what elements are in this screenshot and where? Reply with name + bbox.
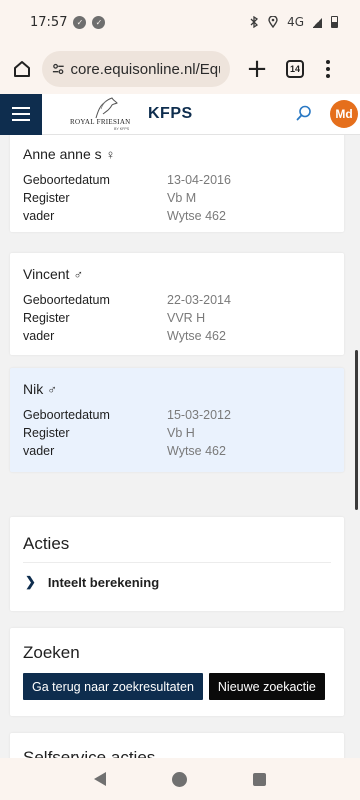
register-row: Register VVR H <box>23 311 331 325</box>
birth-label: Geboortedatum <box>23 293 110 307</box>
back-icon[interactable] <box>94 772 106 786</box>
horse-name: Nik <box>23 381 44 397</box>
horse-name-row: Vincent ♂ <box>23 266 331 282</box>
male-icon: ♂ <box>73 266 84 282</box>
status-indicators: 4G <box>250 15 338 29</box>
sire-row: vader Wytse 462 <box>23 209 331 223</box>
notification-check-icon: ✓ <box>73 15 87 29</box>
birth-value: 13-04-2016 <box>167 173 231 187</box>
network-label: 4G <box>287 15 304 29</box>
address-bar[interactable]: core.equisonline.nl/Equis <box>42 51 230 87</box>
zoeken-panel: Zoeken Ga terug naar zoekresultaten Nieu… <box>10 628 344 716</box>
sire-value: Wytse 462 <box>167 209 226 223</box>
inteelt-berekening-label: Inteelt berekening <box>47 574 160 590</box>
home-icon <box>14 61 30 77</box>
brand-kfps: KFPS <box>148 105 193 122</box>
selfservice-panel: Selfservice acties <box>10 733 344 758</box>
sire-value: Wytse 462 <box>167 329 226 343</box>
scrollbar[interactable] <box>355 350 358 510</box>
tab-switcher-button[interactable]: 14 <box>286 60 304 78</box>
zoeken-title: Zoeken <box>23 643 80 662</box>
horse-name-row: Nik ♂ <box>23 381 331 397</box>
register-value: Vb M <box>167 191 197 205</box>
horse-name-row: Anne anne s ♀ <box>23 146 331 162</box>
register-label: Register <box>23 311 70 325</box>
horse-card-selected[interactable]: Nik ♂ Geboortedatum 15-03-2012 Register … <box>10 368 344 472</box>
sire-label: vader <box>23 444 55 458</box>
divider <box>23 562 331 563</box>
status-time: 17:57 <box>30 14 68 30</box>
site-settings-icon[interactable] <box>52 62 65 76</box>
acties-title: Acties <box>23 534 70 553</box>
register-label: Register <box>23 191 70 205</box>
logo-royal-friesian: ROYAL FRIESIAN <box>70 118 131 126</box>
horse-card[interactable]: Anne anne s ♀ Geboortedatum 13-04-2016 R… <box>10 135 344 232</box>
horse-icon <box>95 97 118 119</box>
birth-value: 22-03-2014 <box>167 293 231 307</box>
recents-icon[interactable] <box>253 772 266 786</box>
birth-label: Geboortedatum <box>23 408 110 422</box>
inteelt-berekening-link[interactable]: ❯ Inteelt berekening <box>23 569 331 590</box>
notification-check-icon-2: ✓ <box>92 15 106 29</box>
register-value: Vb H <box>167 426 195 440</box>
back-to-results-button[interactable]: Ga terug naar zoekresultaten <box>23 673 203 700</box>
horse-name: Vincent <box>23 266 70 282</box>
browser-toolbar: core.equisonline.nl/Equis + 14 <box>0 44 360 94</box>
new-search-button[interactable]: Nieuwe zoekactie <box>208 673 325 700</box>
birth-row: Geboortedatum 22-03-2014 <box>23 293 331 307</box>
system-nav-bar <box>0 758 360 800</box>
birth-row: Geboortedatum 13-04-2016 <box>23 173 331 187</box>
sire-label: vader <box>23 329 55 343</box>
female-icon: ♀ <box>105 146 116 162</box>
user-avatar[interactable]: Md <box>330 100 358 128</box>
sire-row: vader Wytse 462 <box>23 444 331 458</box>
sire-row: vader Wytse 462 <box>23 329 331 343</box>
new-tab-button[interactable]: + <box>242 54 272 84</box>
selfservice-title: Selfservice acties <box>23 748 156 758</box>
status-bar: 17:57 ✓ ✓ 4G <box>0 0 360 44</box>
birth-label: Geboortedatum <box>23 173 110 187</box>
main-content: Anne anne s ♀ Geboortedatum 13-04-2016 R… <box>0 135 360 758</box>
horse-card[interactable]: Vincent ♂ Geboortedatum 22-03-2014 Regis… <box>10 253 344 355</box>
search-icon[interactable] <box>295 104 313 122</box>
birth-value: 15-03-2012 <box>167 408 231 422</box>
home-nav-icon[interactable] <box>172 771 187 787</box>
home-button[interactable] <box>10 57 34 81</box>
register-value: VVR H <box>167 311 206 325</box>
browser-menu-button[interactable] <box>318 54 338 84</box>
logo[interactable]: ROYAL FRIESIAN BY KFPS KFPS <box>70 96 193 132</box>
royal-friesian-logo: ROYAL FRIESIAN BY KFPS <box>70 96 136 132</box>
register-row: Register Vb H <box>23 426 331 440</box>
birth-row: Geboortedatum 15-03-2012 <box>23 408 331 422</box>
logo-by-kfps: BY KFPS <box>114 127 130 131</box>
bluetooth-icon <box>250 16 259 28</box>
signal-icon <box>313 16 322 28</box>
register-row: Register Vb M <box>23 191 331 205</box>
sire-value: Wytse 462 <box>167 444 226 458</box>
battery-icon <box>331 16 338 28</box>
male-icon: ♂ <box>47 381 57 397</box>
chevron-right-icon: ❯ <box>25 574 36 589</box>
zoeken-buttons: Ga terug naar zoekresultaten Nieuwe zoek… <box>23 673 331 700</box>
register-label: Register <box>23 426 70 440</box>
url-text: core.equisonline.nl/Equis <box>70 60 220 78</box>
location-icon <box>268 16 278 28</box>
acties-panel: Acties ❯ Inteelt berekening <box>10 517 344 611</box>
sire-label: vader <box>23 209 55 223</box>
hamburger-menu-button[interactable] <box>0 93 42 135</box>
horse-name: Anne anne s <box>23 146 102 162</box>
